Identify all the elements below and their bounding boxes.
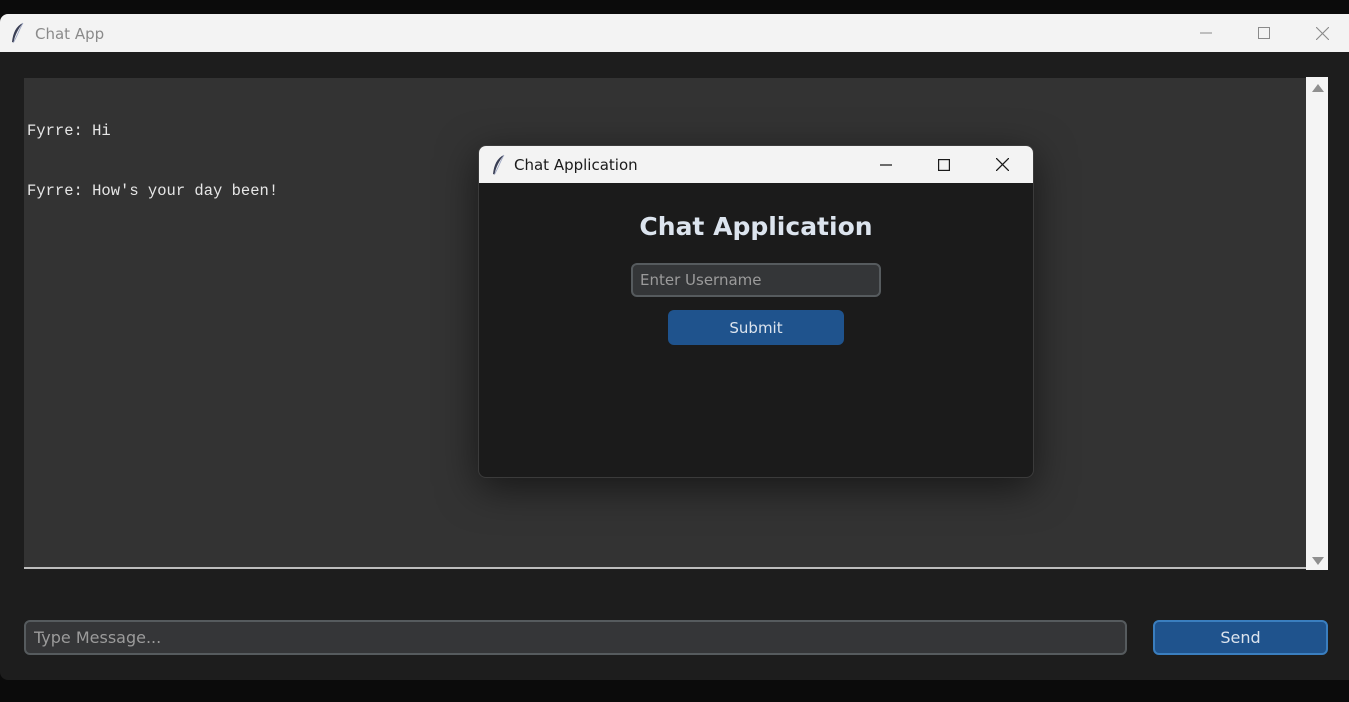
- send-button[interactable]: Send: [1153, 620, 1328, 655]
- dialog-maximize-button[interactable]: [915, 146, 973, 183]
- chat-lines: Fyrre: Hi Fyrre: How's your day been!: [27, 81, 278, 241]
- close-button[interactable]: [1293, 14, 1349, 52]
- dialog-close-button[interactable]: [973, 146, 1031, 183]
- dialog-minimize-button[interactable]: [857, 146, 915, 183]
- window-title: Chat App: [35, 25, 105, 43]
- minimize-icon: [880, 163, 892, 166]
- feather-icon: [12, 22, 24, 43]
- minimize-icon: [1200, 32, 1212, 34]
- chat-scrollbar[interactable]: [1306, 77, 1328, 570]
- scroll-down-icon[interactable]: [1312, 557, 1324, 565]
- dialog-titlebar[interactable]: Chat Application: [479, 146, 1033, 183]
- dialog-heading: Chat Application: [639, 212, 873, 241]
- message-input[interactable]: [24, 620, 1127, 655]
- feather-icon: [493, 154, 505, 175]
- minimize-button[interactable]: [1177, 14, 1235, 52]
- close-icon: [1315, 26, 1329, 40]
- username-input[interactable]: [631, 263, 881, 297]
- chat-message: Fyrre: Hi: [27, 122, 111, 140]
- submit-button[interactable]: Submit: [668, 310, 844, 345]
- chat-message: Fyrre: How's your day been!: [27, 182, 279, 200]
- scroll-up-icon[interactable]: [1312, 84, 1324, 92]
- main-titlebar[interactable]: Chat App: [0, 14, 1349, 52]
- maximize-icon: [938, 158, 950, 171]
- maximize-icon: [1258, 27, 1270, 39]
- close-icon: [995, 158, 1009, 171]
- maximize-button[interactable]: [1235, 14, 1293, 52]
- dialog-title: Chat Application: [514, 156, 638, 174]
- login-dialog: Chat Application Chat Application Submit: [478, 145, 1034, 478]
